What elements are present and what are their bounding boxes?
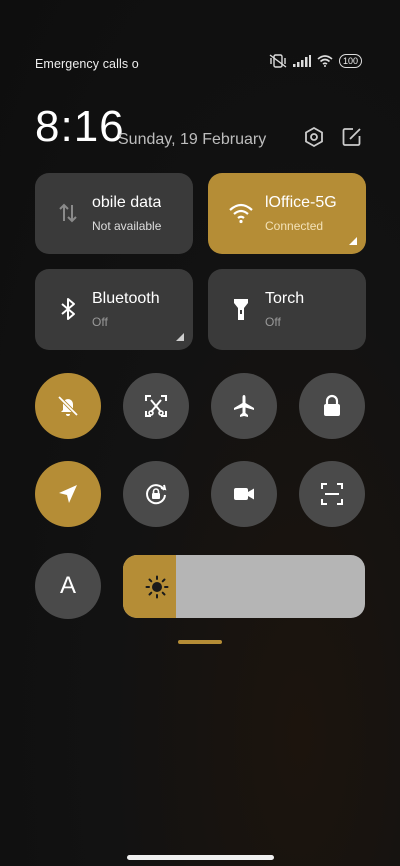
tile-bluetooth[interactable]: Bluetooth Off	[35, 269, 193, 350]
bluetooth-icon	[61, 298, 75, 320]
toggle-scanner[interactable]	[299, 461, 365, 527]
lock-icon	[324, 394, 340, 416]
bell-off-icon	[57, 395, 79, 417]
toggle-location[interactable]	[35, 461, 101, 527]
toggle-rotation-lock[interactable]	[123, 461, 189, 527]
tile-mobile-data[interactable]: obile data Not available	[35, 173, 193, 254]
auto-brightness-button[interactable]: A	[35, 553, 101, 619]
screenshot-icon	[145, 395, 167, 417]
status-carrier-text: Emergency calls o	[35, 57, 139, 71]
brightness-slider[interactable]	[123, 555, 365, 618]
drag-handle[interactable]	[178, 640, 222, 644]
vibrate-off-icon	[269, 54, 287, 68]
tile-subtitle: Not available	[92, 219, 162, 233]
toggle-screenshot[interactable]	[123, 373, 189, 439]
expand-corner-icon[interactable]	[349, 237, 357, 245]
home-indicator[interactable]	[127, 855, 274, 860]
toggle-lock-screen[interactable]	[299, 373, 365, 439]
tile-title: Bluetooth	[92, 290, 160, 307]
tile-title: Torch	[265, 290, 305, 307]
signal-icon	[292, 55, 311, 67]
airplane-icon	[234, 395, 254, 417]
tile-subtitle: Off	[92, 315, 108, 329]
tile-wifi[interactable]: lOffice-5G Connected	[208, 173, 366, 254]
tile-subtitle: Connected	[265, 219, 324, 233]
video-camera-icon	[234, 488, 254, 500]
wifi-icon	[229, 203, 253, 224]
date: Sunday, 19 February	[118, 131, 267, 148]
toggle-screen-recorder[interactable]	[211, 461, 277, 527]
status-icons: 100	[269, 54, 362, 68]
tile-title: lOffice-5G	[265, 194, 337, 211]
clock: 8:16	[35, 102, 125, 151]
brightness-sun-icon	[145, 575, 169, 599]
expand-corner-icon[interactable]	[176, 333, 184, 341]
rotation-lock-icon	[146, 484, 167, 505]
auto-brightness-label: A	[59, 572, 76, 599]
tile-subtitle: Off	[265, 315, 281, 329]
tile-title: obile data	[92, 194, 162, 211]
mobile-data-icon	[59, 203, 77, 223]
scanner-icon	[321, 483, 343, 505]
toggle-silent[interactable]	[35, 373, 101, 439]
edit-icon[interactable]	[341, 126, 363, 148]
settings-icon[interactable]	[303, 126, 325, 148]
wifi-icon	[317, 55, 333, 67]
tile-torch[interactable]: Torch Off	[208, 269, 366, 350]
torch-icon	[234, 299, 248, 320]
toggle-airplane[interactable]	[211, 373, 277, 439]
location-icon	[59, 485, 77, 503]
battery-indicator: 100	[338, 54, 362, 68]
